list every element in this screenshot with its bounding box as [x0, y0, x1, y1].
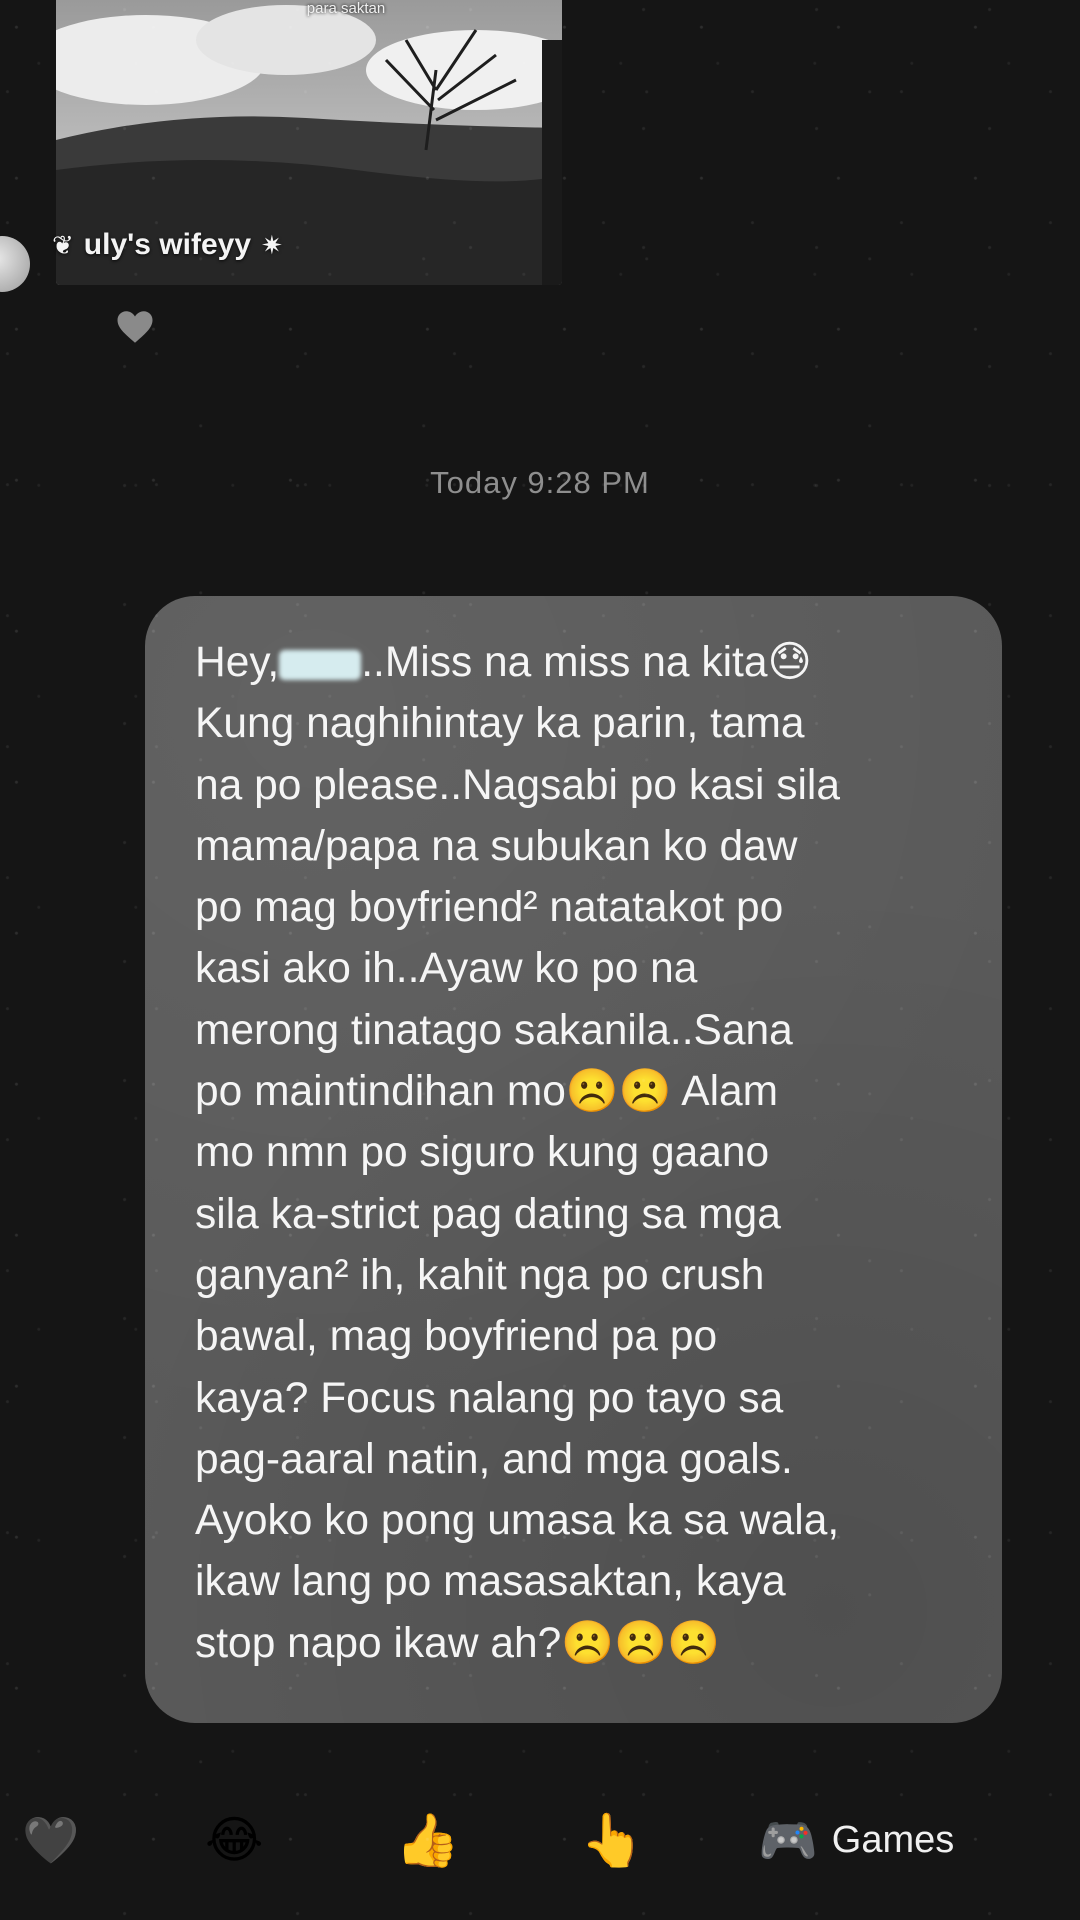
- chat-screen: para saktan ❦ uly's wifeyy ✷ Today 9:28 …: [0, 0, 1080, 1920]
- laughing-face-icon: 😂: [205, 1812, 264, 1868]
- message-text: Hey, ..Miss na miss na kita😓 Kung naghihi…: [195, 632, 962, 1674]
- post-author-line: ❦ uly's wifeyy ✷: [52, 228, 283, 262]
- post-author-name: uly's wifeyy: [83, 228, 252, 261]
- redacted-name: [279, 649, 362, 680]
- games-button[interactable]: 🎮 Games: [758, 1800, 954, 1880]
- heart-reaction-button[interactable]: 🖤: [22, 1800, 79, 1880]
- black-heart-icon: 🖤: [22, 1813, 80, 1866]
- like-reaction-button[interactable]: 👍: [395, 1800, 460, 1880]
- games-label: Games: [831, 1818, 955, 1861]
- message-body: ..Miss na miss na kita😓 Kung naghihintay…: [195, 639, 840, 1667]
- pointing-hand-icon: 👆: [580, 1811, 645, 1870]
- message-timestamp: Today 9:28 PM: [430, 465, 650, 500]
- message-greeting: Hey,: [195, 639, 280, 686]
- sparkle-icon: ✷: [261, 229, 283, 260]
- laugh-reaction-button[interactable]: 😂: [205, 1800, 263, 1880]
- message-bubble[interactable]: Hey, ..Miss na miss na kita😓 Kung naghihi…: [145, 596, 1002, 1723]
- heart-icon[interactable]: [114, 306, 156, 348]
- bird-icon: ❦: [52, 229, 74, 260]
- sender-avatar[interactable]: [0, 236, 30, 292]
- thumbs-up-icon: 👍: [395, 1811, 460, 1870]
- post-caption: para saktan: [306, 0, 386, 17]
- quick-reaction-bar: 🖤 😂 👍 👆 🎮 Games: [0, 1800, 1080, 1880]
- poke-reaction-button[interactable]: 👆: [580, 1800, 645, 1880]
- game-controller-icon: 🎮: [758, 1814, 818, 1868]
